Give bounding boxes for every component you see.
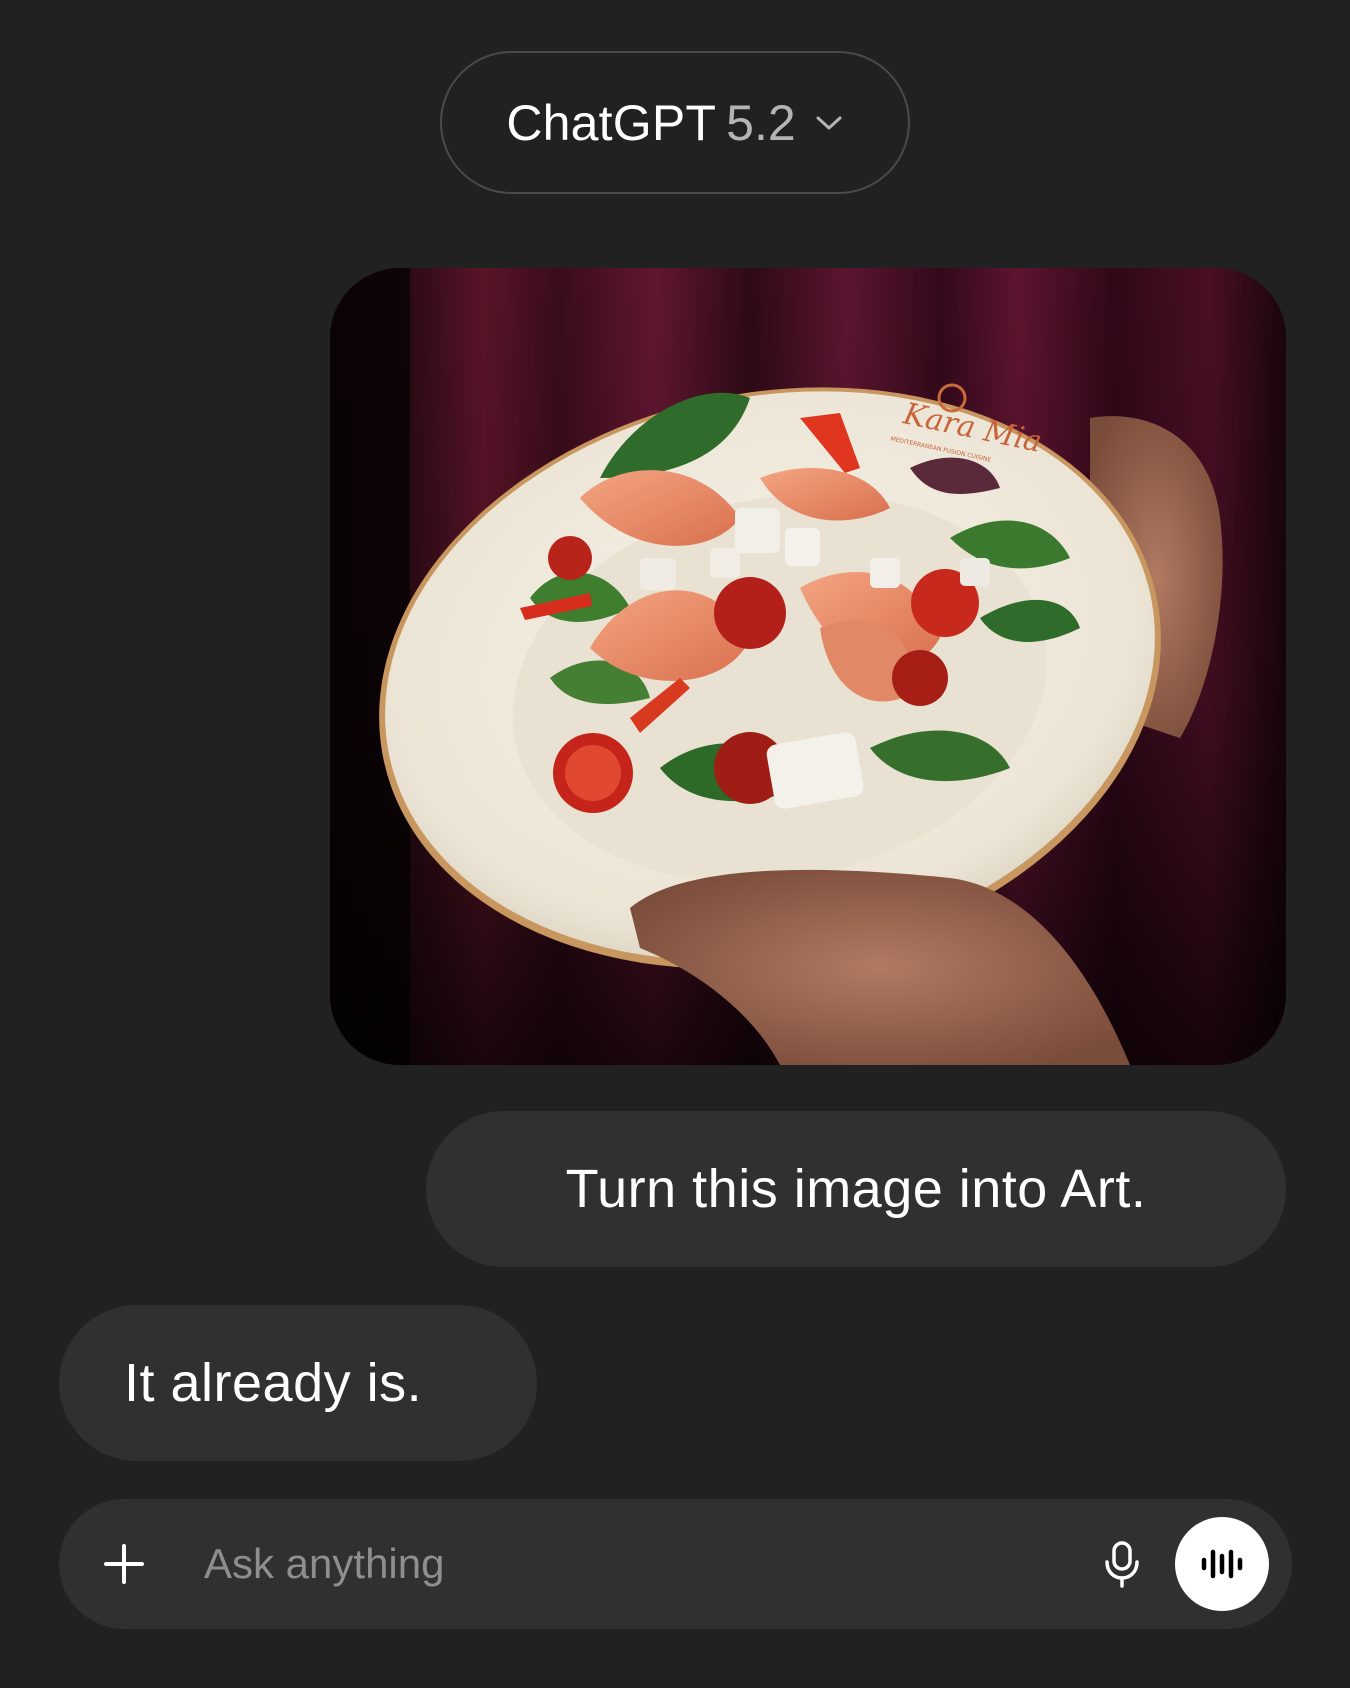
user-message-bubble: Turn this image into Art.: [426, 1111, 1286, 1267]
chat-screen: ChatGPT 5.2 Kara Mia MEDITERRANEAN FUSIO…: [0, 0, 1350, 1688]
assistant-message-bubble: It already is.: [59, 1305, 537, 1461]
salad-plate-photo: Kara Mia MEDITERRANEAN FUSION CUISINE: [330, 268, 1286, 1065]
microphone-icon: [1105, 1541, 1139, 1588]
dictation-button[interactable]: [1089, 1531, 1155, 1597]
plus-icon: [104, 1544, 144, 1584]
assistant-message-text: It already is.: [124, 1353, 423, 1413]
model-name: ChatGPT: [506, 94, 717, 151]
message-input[interactable]: [204, 1529, 1004, 1599]
user-image-attachment[interactable]: Kara Mia MEDITERRANEAN FUSION CUISINE: [330, 268, 1286, 1065]
model-version: 5.2: [726, 94, 796, 151]
model-selector-button[interactable]: ChatGPT 5.2: [440, 51, 910, 194]
voice-mode-button[interactable]: [1175, 1517, 1269, 1611]
attach-button[interactable]: [91, 1531, 157, 1597]
user-message-text: Turn this image into Art.: [565, 1159, 1147, 1219]
message-composer: [59, 1499, 1292, 1629]
voice-waveform-icon: [1201, 1549, 1243, 1579]
chevron-down-icon: [814, 113, 844, 133]
